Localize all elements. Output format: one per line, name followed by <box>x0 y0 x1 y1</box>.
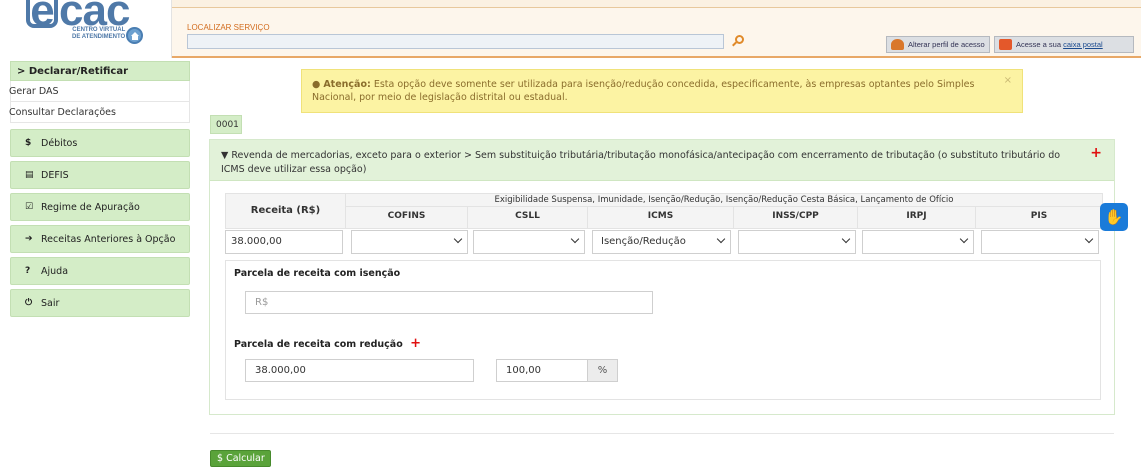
col-header-irpj: IRPJ <box>858 207 976 229</box>
caixa-postal-button[interactable]: Acesse a sua caixa postal <box>994 36 1134 53</box>
irpj-select[interactable] <box>862 230 974 254</box>
sidebar-item-defis[interactable]: ▤ DEFIS <box>10 161 190 189</box>
inss-cpp-select[interactable] <box>738 230 856 254</box>
activity-tag[interactable]: 0001 <box>210 115 242 134</box>
mail-icon <box>999 39 1012 50</box>
chevron-down-icon <box>716 234 726 244</box>
percent-addon: % <box>588 359 618 382</box>
reducao-input[interactable]: 38.000,00 <box>245 359 474 382</box>
list-icon: ▤ <box>25 170 34 180</box>
search-icon[interactable] <box>732 35 744 47</box>
receita-input[interactable]: 38.000,00 <box>225 230 343 254</box>
sidebar-item-debitos[interactable]: $ Débitos <box>10 129 190 157</box>
close-icon[interactable]: × <box>1004 74 1012 87</box>
sidebar-subitem-gerar-das[interactable]: Gerar DAS <box>9 81 190 102</box>
libras-accessibility-icon[interactable]: ✋ <box>1100 203 1128 231</box>
logo-subtitle: CENTRO VIRTUAL DE ATENDIMENTO <box>72 27 126 40</box>
table-row: 38.000,00 Isenção/Redução <box>225 230 1103 262</box>
chevron-down-icon <box>570 234 580 244</box>
parcelas-subpanel: Parcela de receita com isenção R$ Parcel… <box>225 260 1101 400</box>
chevron-down-icon <box>959 234 969 244</box>
receita-header: Receita (R$) <box>225 193 346 229</box>
reducao-label: Parcela de receita com redução + <box>234 336 421 351</box>
activity-panel-header[interactable]: ▼ Revenda de mercadorias, exceto para o … <box>210 140 1114 181</box>
alterar-perfil-button[interactable]: Alterar perfil de acesso <box>886 36 990 53</box>
sidebar-item-sair[interactable]: ⏻ Sair <box>10 289 190 317</box>
attention-alert: ● Atenção: Esta opção deve somente ser u… <box>301 69 1023 113</box>
sidebar-item-receitas-anteriores[interactable]: ➔ Receitas Anteriores à Opção <box>10 225 190 253</box>
calcular-button[interactable]: $ Calcular <box>210 450 271 467</box>
arrow-right-icon: ➔ <box>25 234 33 244</box>
pis-select[interactable] <box>981 230 1099 254</box>
percent-input[interactable]: 100,00 <box>496 359 588 382</box>
isencao-input[interactable]: R$ <box>245 291 653 314</box>
col-header-pis: PIS <box>976 207 1103 229</box>
header-bar: LOCALIZAR SERVIÇO Alterar perfil de aces… <box>172 8 1141 58</box>
cofins-select[interactable] <box>351 230 468 254</box>
add-icon[interactable]: + <box>1090 146 1102 160</box>
sidebar-item-declarar-retificar[interactable]: > Declarar/Retificar <box>10 61 190 81</box>
sidebar: > Declarar/Retificar Gerar DAS Consultar… <box>9 61 190 317</box>
ecac-logo[interactable]: e cac CENTRO VIRTUAL DE ATENDIMENTO <box>0 0 172 58</box>
header-top-strip <box>172 0 1141 8</box>
users-icon <box>891 39 904 50</box>
col-header-inss-cpp: INSS/CPP <box>734 207 858 229</box>
info-icon: ● <box>312 79 321 90</box>
dollar-icon: $ <box>25 138 32 148</box>
col-header-csll: CSLL <box>468 207 588 229</box>
chevron-down-icon <box>841 234 851 244</box>
chevron-down-icon <box>453 234 463 244</box>
sidebar-subitem-consultar-declaracoes[interactable]: Consultar Declarações <box>9 102 190 123</box>
add-icon[interactable]: + <box>410 336 421 351</box>
activity-panel: ▼ Revenda de mercadorias, exceto para o … <box>209 139 1115 415</box>
isencao-label: Parcela de receita com isenção <box>234 268 401 279</box>
chevron-down-icon <box>1084 234 1094 244</box>
checkbox-icon: ☑ <box>25 202 34 212</box>
help-icon: ? <box>25 266 31 276</box>
power-icon: ⏻ <box>25 298 33 308</box>
sidebar-item-regime-apuracao[interactable]: ☑ Regime de Apuração <box>10 193 190 221</box>
csll-select[interactable] <box>473 230 585 254</box>
service-search-label: LOCALIZAR SERVIÇO <box>187 23 270 32</box>
col-header-icms: ICMS <box>588 207 734 229</box>
service-search-input[interactable] <box>187 34 724 49</box>
exigibilidade-header: Exigibilidade Suspensa, Imunidade, Isenç… <box>346 193 1103 207</box>
col-header-cofins: COFINS <box>346 207 468 229</box>
icms-select[interactable]: Isenção/Redução <box>592 230 731 254</box>
home-icon[interactable] <box>126 27 143 44</box>
sidebar-item-ajuda[interactable]: ? Ajuda <box>10 257 190 285</box>
divider <box>210 433 1114 434</box>
